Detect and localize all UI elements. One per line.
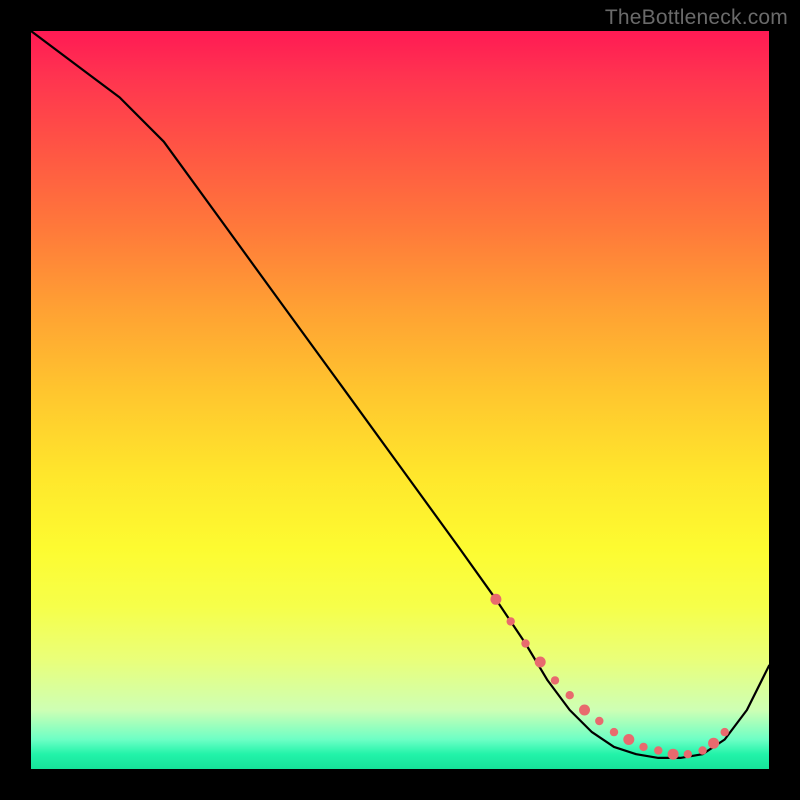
marker-dot <box>521 639 529 647</box>
marker-dot <box>579 705 590 716</box>
marker-dot <box>668 749 679 760</box>
marker-dot <box>566 691 574 699</box>
marker-dot <box>490 594 501 605</box>
curve-layer <box>31 31 769 769</box>
trough-markers <box>490 594 729 760</box>
chart-stage: TheBottleneck.com <box>0 0 800 800</box>
marker-dot <box>721 728 729 736</box>
marker-dot <box>551 676 559 684</box>
marker-dot <box>610 728 618 736</box>
marker-dot <box>654 746 662 754</box>
plot-area <box>31 31 769 769</box>
marker-dot <box>507 617 515 625</box>
marker-dot <box>623 734 634 745</box>
marker-dot <box>684 750 692 758</box>
marker-dot <box>698 746 706 754</box>
marker-dot <box>639 743 647 751</box>
marker-dot <box>535 657 546 668</box>
marker-dot <box>708 738 719 749</box>
bottleneck-curve <box>31 31 769 758</box>
marker-dot <box>595 717 603 725</box>
watermark-text: TheBottleneck.com <box>605 6 788 30</box>
